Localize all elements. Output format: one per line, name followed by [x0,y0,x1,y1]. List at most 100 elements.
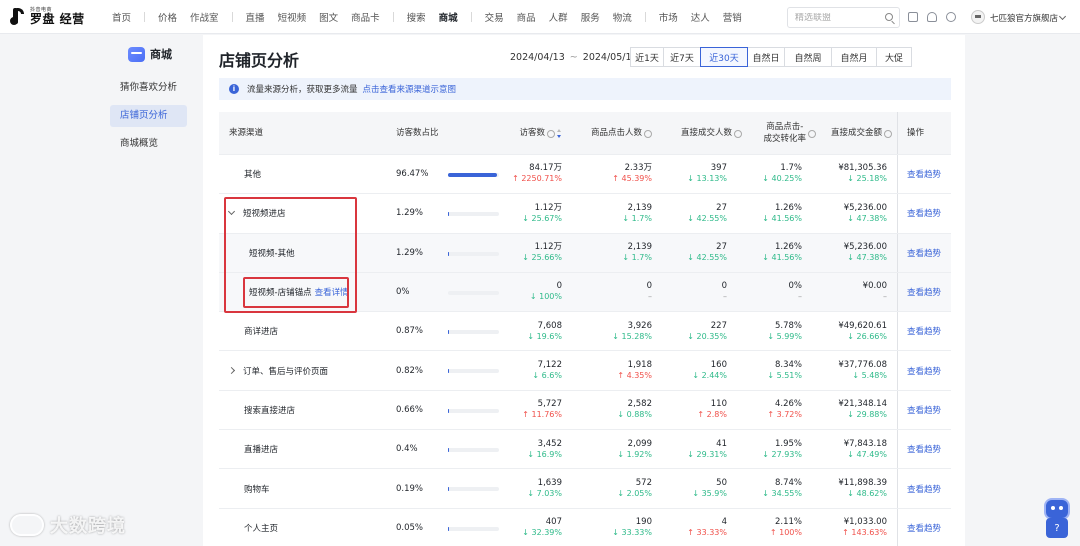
view-trend-link[interactable]: 查看趋势 [907,194,941,232]
sidebar-item-guess-you-like[interactable]: 猜你喜欢分析 [110,77,187,99]
help-icon[interactable] [547,129,555,138]
sort-icon[interactable] [557,129,562,138]
delta-value: 11.76% [531,410,562,420]
delta-down: ↓ 2.05% [617,489,652,499]
chevron-down-icon[interactable] [227,208,236,216]
search-box[interactable] [787,7,900,28]
nav-item[interactable]: 人群 [549,10,568,24]
delta-up: ↑ 33.33% [687,528,727,538]
date-range-picker[interactable]: 2024/04/13 ~ 2024/05/12 [510,52,638,63]
nav-item[interactable]: 商城 [439,10,458,24]
cell-visitors: 1.12万 ↓ 25.66% [489,234,562,272]
sidebar-item-store-page-analysis[interactable]: 店铺页分析 [110,105,187,127]
delta-up: ↑ 45.39% [612,174,652,184]
view-trend-link[interactable]: 查看趋势 [907,391,941,429]
channel-name: 购物车 [244,484,270,495]
shop-avatar[interactable] [971,10,985,24]
help-button[interactable]: ? [1046,518,1068,538]
assistant-robot-icon[interactable] [1044,498,1070,520]
search-input[interactable] [795,12,883,23]
nav-item[interactable]: 达人 [691,10,710,24]
view-trend-link[interactable]: 查看趋势 [907,312,941,350]
view-trend-link[interactable]: 查看趋势 [907,273,941,311]
range-button[interactable]: 自然周 [784,47,832,67]
nav-item[interactable]: 作战室 [190,10,219,24]
view-details-link[interactable]: 查看详情 [315,286,349,298]
delta-down: ↓ 41.56% [762,214,802,224]
range-button[interactable]: 大促 [876,47,912,67]
cell-channel: 个人主页 [244,509,278,546]
view-trend-link[interactable]: 查看趋势 [907,469,941,507]
value: ¥1,033.00 [843,517,887,528]
nav-item[interactable]: 服务 [581,10,600,24]
monitor-icon[interactable] [908,12,918,22]
nav-separator [231,11,233,22]
cell-channel[interactable]: 订单、售后与评价页面 [227,351,328,389]
user-icon[interactable] [927,12,937,22]
nav-item[interactable]: 交易 [485,10,504,24]
nav-item[interactable]: 图文 [319,10,338,24]
nav-item[interactable]: 市场 [659,10,678,24]
cell-visitor-share: 0.87% [396,326,424,337]
cell-product-clicks: 2,139 ↓ 1.7% [564,234,652,272]
share-bar-fill [448,526,450,531]
view-trend-link[interactable]: 查看趋势 [907,430,941,468]
sidebar-item-mall-overview[interactable]: 商城概览 [110,133,187,155]
help-icon[interactable] [884,129,892,138]
cell-gmv: ¥21,348.14 ↓ 29.88% [809,391,887,429]
view-trend-link[interactable]: 查看趋势 [907,155,941,193]
cell-visitor-share: 0.82% [396,365,424,376]
nav-item[interactable]: 直播 [246,10,265,24]
delta-value: – [798,292,802,302]
cell-channel: 直播进店 [244,430,278,468]
value: 4 [721,517,727,528]
range-button[interactable]: 近1天 [630,47,664,67]
nav-item[interactable]: 价格 [158,10,177,24]
nav-item[interactable]: 商品卡 [351,10,380,24]
help-icon[interactable] [808,129,816,138]
nav-item[interactable]: 首页 [112,10,131,24]
delta-down: ↓ 42.55% [687,253,727,263]
view-trend-link[interactable]: 查看趋势 [907,509,941,546]
header-conversion: 商品点击- 成交转化率 [739,112,816,155]
range-button[interactable]: 近7天 [663,47,701,67]
header-conversion-line1: 商品点击- [766,121,804,132]
value: ¥81,305.36 [838,163,887,174]
value: 3,926 [627,320,652,331]
delta-down: ↓ 29.31% [687,450,727,460]
view-trend-link[interactable]: 查看趋势 [907,234,941,272]
delta-down: ↓ 27.93% [762,450,802,460]
settings-icon[interactable] [946,12,956,22]
channel-name: 短视频进店 [243,209,286,220]
help-icon[interactable] [644,129,652,138]
table-row: 订单、售后与评价页面 0.82% 7,122 ↓ 6.6% 1,918 ↑ 4.35% 16… [219,351,951,391]
shop-name[interactable]: 七匹狼官方旗舰店 [990,12,1058,24]
range-button[interactable]: 近30天 [700,47,748,67]
cell-channel[interactable]: 短视频进店 [227,194,286,232]
logo[interactable]: 抖音电商 罗盘 经营 [0,7,112,27]
chevron-right-icon[interactable] [227,367,236,375]
chevron-down-icon[interactable] [1058,12,1067,21]
range-button[interactable]: 自然月 [831,47,877,67]
nav-item[interactable]: 短视频 [278,10,307,24]
nav-item[interactable]: 搜索 [407,10,426,24]
cell-product-clicks: 3,926 ↓ 15.28% [564,312,652,350]
header-visitors[interactable]: 访客数 [499,112,562,155]
delta-down: ↓ 13.13% [687,174,727,184]
delta-down: ↓ 15.28% [612,332,652,342]
search-icon[interactable] [885,13,893,21]
cell-product-clicks: 0– [564,273,652,311]
nav-item[interactable]: 营销 [723,10,742,24]
view-trend-link[interactable]: 查看趋势 [907,351,941,389]
info-link[interactable]: 点击查看来源渠道示意图 [363,83,457,95]
cell-conversion: 1.26% ↓ 41.56% [729,234,802,272]
nav-item[interactable]: 商品 [517,10,536,24]
value: 27 [716,242,727,253]
range-button[interactable]: 自然日 [747,47,785,67]
value: 2,139 [627,242,652,253]
nav-item[interactable]: 物流 [613,10,632,24]
arrow-down-icon: ↓ [527,331,537,341]
cell-buyers: 50 ↓ 35.9% [654,469,727,507]
cell-visitor-share: 1.29% [396,208,424,219]
cell-gmv: ¥5,236.00 ↓ 47.38% [809,234,887,272]
